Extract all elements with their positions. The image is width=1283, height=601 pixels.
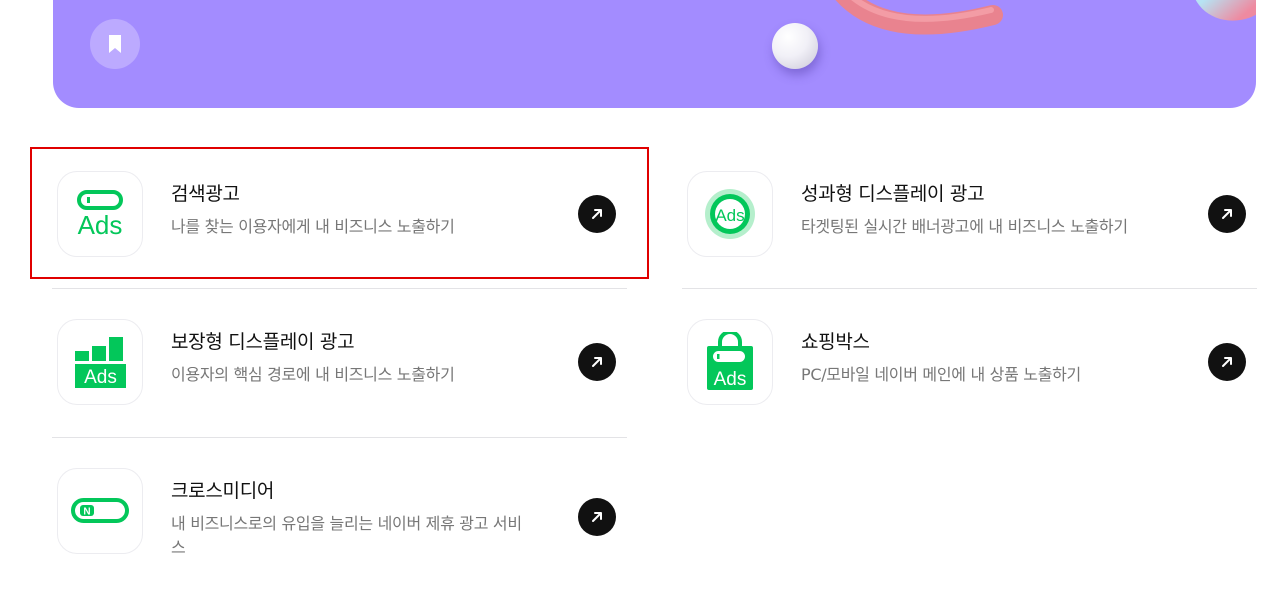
decorative-tube	[835, 0, 1003, 35]
go-button[interactable]	[578, 343, 616, 381]
card-title: 쇼핑박스	[801, 331, 870, 353]
bookmark-icon	[109, 35, 121, 53]
product-card-cross-media[interactable]: N 크로스미디어 내 비즈니스로의 유입을 늘리는 네이버 제휴 광고 서비스	[52, 468, 627, 568]
decorative-sphere	[772, 23, 818, 69]
svg-text:Ads: Ads	[84, 367, 117, 388]
arrow-up-right-icon	[592, 512, 602, 522]
product-card-guaranteed-display-ads[interactable]: Ads 보장형 디스플레이 광고 이용자의 핵심 경로에 내 비즈니스 노출하기	[52, 319, 627, 409]
divider	[52, 437, 627, 438]
promo-banner	[53, 0, 1256, 108]
svg-text:Ads: Ads	[714, 369, 747, 390]
go-button[interactable]	[1208, 195, 1246, 233]
svg-text:Ads: Ads	[715, 206, 744, 225]
product-card-shopping-box[interactable]: Ads 쇼핑박스 PC/모바일 네이버 메인에 내 상품 노출하기	[682, 319, 1257, 409]
card-title: 보장형 디스플레이 광고	[171, 331, 355, 353]
decorative-disc	[1180, 0, 1256, 33]
card-title: 성과형 디스플레이 광고	[801, 183, 985, 205]
go-button[interactable]	[578, 498, 616, 536]
card-description: 이용자의 핵심 경로에 내 비즈니스 노출하기	[171, 365, 455, 384]
card-title: 크로스미디어	[171, 480, 275, 502]
card-description: 내 비즈니스로의 유입을 늘리는 네이버 제휴 광고 서비스	[171, 514, 522, 557]
performance-display-ads-icon: Ads	[687, 171, 773, 257]
divider	[682, 288, 1257, 289]
arrow-up-right-icon	[1222, 209, 1232, 219]
arrow-up-right-icon	[1222, 357, 1232, 367]
product-card-performance-display-ads[interactable]: Ads 성과형 디스플레이 광고 타겟팅된 실시간 배너광고에 내 비즈니스 노…	[682, 171, 1257, 261]
shopping-box-icon: Ads	[687, 319, 773, 405]
card-description: PC/모바일 네이버 메인에 내 상품 노출하기	[801, 365, 1081, 384]
guaranteed-display-ads-icon: Ads	[57, 319, 143, 405]
card-description: 타겟팅된 실시간 배너광고에 내 비즈니스 노출하기	[801, 217, 1128, 236]
bookmark-button[interactable]	[90, 19, 140, 69]
selection-highlight	[30, 147, 649, 279]
cross-media-icon: N	[57, 468, 143, 554]
go-button[interactable]	[1208, 343, 1246, 381]
svg-text:N: N	[83, 507, 90, 518]
divider	[52, 288, 627, 289]
arrow-up-right-icon	[592, 357, 602, 367]
